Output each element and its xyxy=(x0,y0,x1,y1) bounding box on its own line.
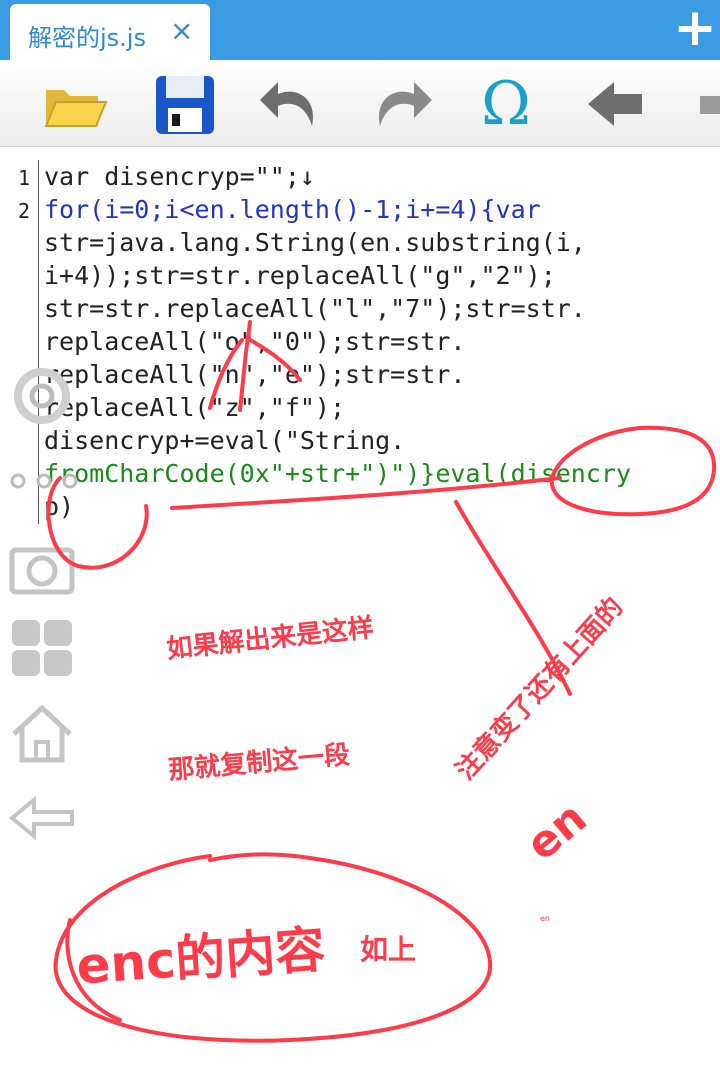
annotation-strokes xyxy=(46,320,717,1043)
annotation-text: en xyxy=(540,914,550,923)
annotation-text: 如上 xyxy=(360,933,417,966)
